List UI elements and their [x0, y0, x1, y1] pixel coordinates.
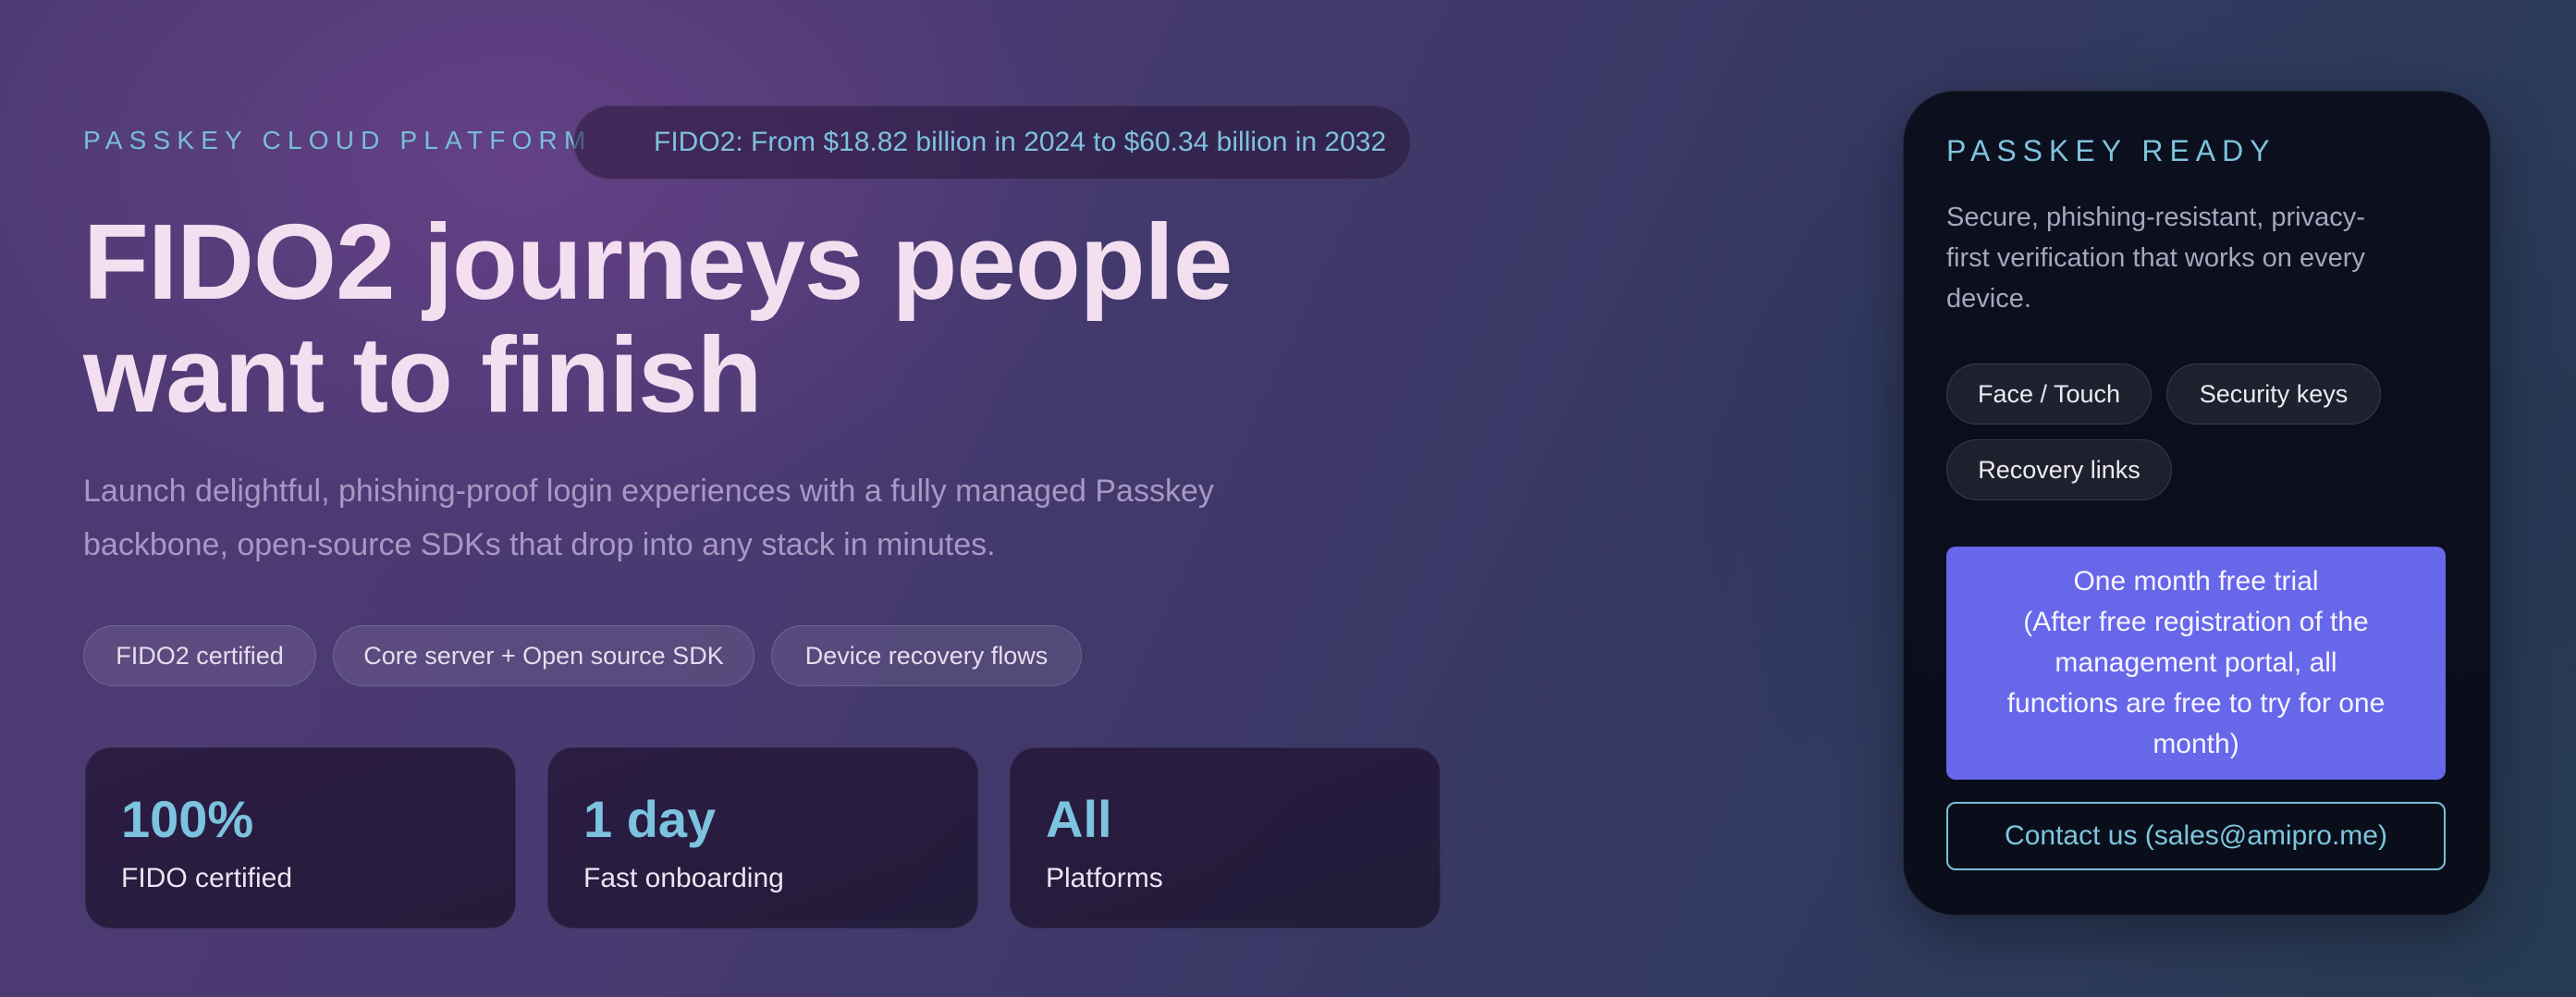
eyebrow-label: PASSKEY CLOUD PLATFORM [83, 126, 593, 154]
chip-security-keys: Security keys [2166, 363, 2381, 425]
stat-label: FIDO certified [121, 863, 293, 893]
panel-description: Secure, phishing-resistant, privacy- fir… [1946, 197, 2464, 319]
passkey-ready-panel: PASSKEY READY Secure, phishing-resistant… [1903, 91, 2491, 916]
chip-recovery-links: Recovery links [1946, 439, 2172, 500]
stat-label: Platforms [1046, 863, 1163, 893]
trial-line-5: month) [2153, 729, 2239, 759]
trial-line-4: functions are free to try for one [2006, 688, 2386, 719]
market-stat-pill: FIDO2: From $18.82 billion in 2024 to $6… [573, 105, 1411, 179]
panel-desc-line-1: Secure, phishing-resistant, privacy- [1946, 203, 2365, 232]
stat-label: Fast onboarding [583, 863, 784, 893]
trial-line-1: One month free trial [2073, 566, 2319, 597]
chip-face-touch: Face / Touch [1946, 363, 2152, 425]
contact-us-button[interactable]: Contact us (sales@amipro.me) [1946, 802, 2446, 870]
panel-desc-line-3: device. [1946, 284, 2031, 314]
hero-description: Launch delightful, phishing-proof login … [83, 464, 1396, 572]
stat-card-certified: 100% FIDO certified [85, 747, 516, 929]
stat-card-onboarding: 1 day Fast onboarding [547, 747, 978, 929]
panel-eyebrow: PASSKEY READY [1946, 134, 2276, 167]
headline-line-2: want to finish [83, 314, 763, 435]
chip-device-recovery: Device recovery flows [771, 625, 1082, 686]
eyebrow-row: PASSKEY CLOUD PLATFORM FIDO2: From $18.8… [83, 105, 1415, 179]
description-line-1: Launch delightful, phishing-proof login … [83, 474, 1214, 509]
panel-desc-line-2: first verification that works on every [1946, 243, 2365, 273]
page-title: FIDO2 journeys people want to finish [83, 205, 1378, 431]
hero-section: PASSKEY CLOUD PLATFORM FIDO2: From $18.8… [0, 0, 2576, 997]
free-trial-button[interactable]: One month free trial (After free registr… [1946, 547, 2446, 780]
headline-line-1: FIDO2 journeys people [83, 202, 1233, 322]
stat-value: All [1046, 790, 1112, 848]
stat-value: 1 day [583, 790, 717, 848]
description-line-2: backbone, open-source SDKs that drop int… [83, 527, 996, 562]
chip-core-server-sdk: Core server + Open source SDK [333, 625, 754, 686]
stat-card-platforms: All Platforms [1010, 747, 1441, 929]
stat-value: 100% [121, 790, 254, 848]
trial-line-2: (After free registration of the [2023, 607, 2369, 637]
chip-fido2-certified: FIDO2 certified [83, 625, 316, 686]
trial-line-3: management portal, all [2055, 647, 2337, 678]
